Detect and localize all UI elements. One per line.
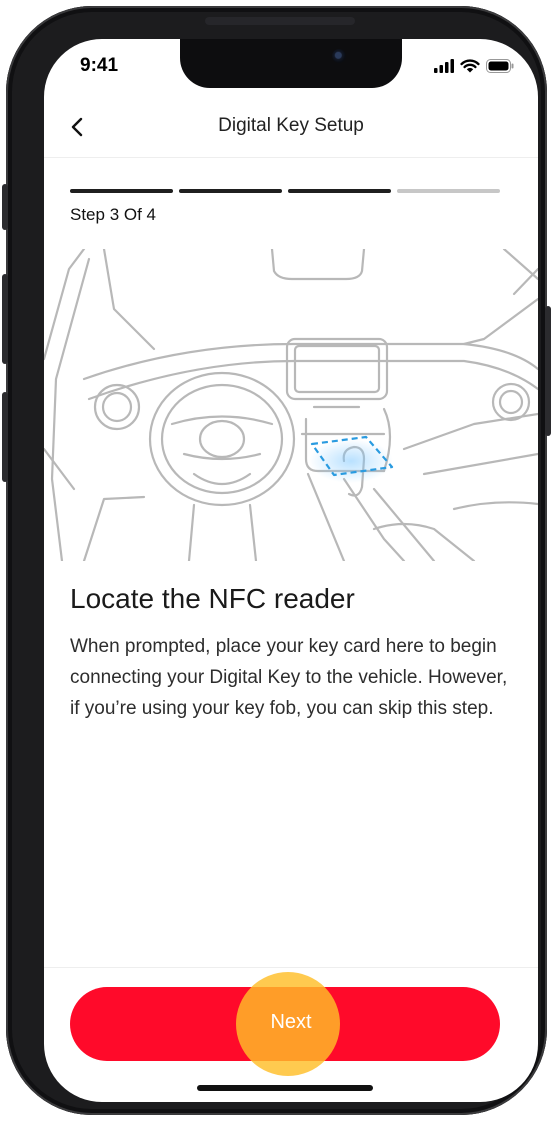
power-button — [545, 306, 551, 436]
car-interior-illustration — [44, 249, 538, 561]
wifi-icon — [460, 59, 480, 73]
app-screen: 9:41 Digital Key Setup Step 3 Of 4 Locat… — [44, 39, 538, 1102]
step-progress-bar — [70, 189, 500, 193]
mute-switch — [2, 184, 8, 230]
battery-icon — [486, 59, 514, 73]
tap-indicator — [236, 972, 340, 1076]
volume-down-button — [2, 392, 8, 482]
speaker-grille — [205, 17, 355, 25]
status-icons — [434, 59, 514, 73]
volume-up-button — [2, 274, 8, 364]
status-time: 9:41 — [80, 55, 119, 76]
notch — [180, 39, 402, 88]
step-label: Step 3 Of 4 — [70, 205, 156, 224]
phone-frame: 9:41 Digital Key Setup Step 3 Of 4 Locat… — [2, 6, 551, 1115]
progress-segment-1 — [70, 189, 173, 193]
section-heading: Locate the NFC reader — [70, 583, 355, 614]
footer-divider — [44, 967, 538, 968]
progress-segment-2 — [179, 189, 282, 193]
progress-segment-4 — [397, 189, 500, 193]
instruction-text: When prompted, place your key card here … — [70, 636, 508, 719]
navigation-bar: Digital Key Setup — [44, 99, 538, 158]
front-camera — [332, 49, 346, 63]
home-indicator[interactable] — [197, 1085, 373, 1091]
signal-icon — [434, 59, 454, 73]
progress-segment-3 — [288, 189, 391, 193]
page-title: Digital Key Setup — [218, 115, 364, 136]
